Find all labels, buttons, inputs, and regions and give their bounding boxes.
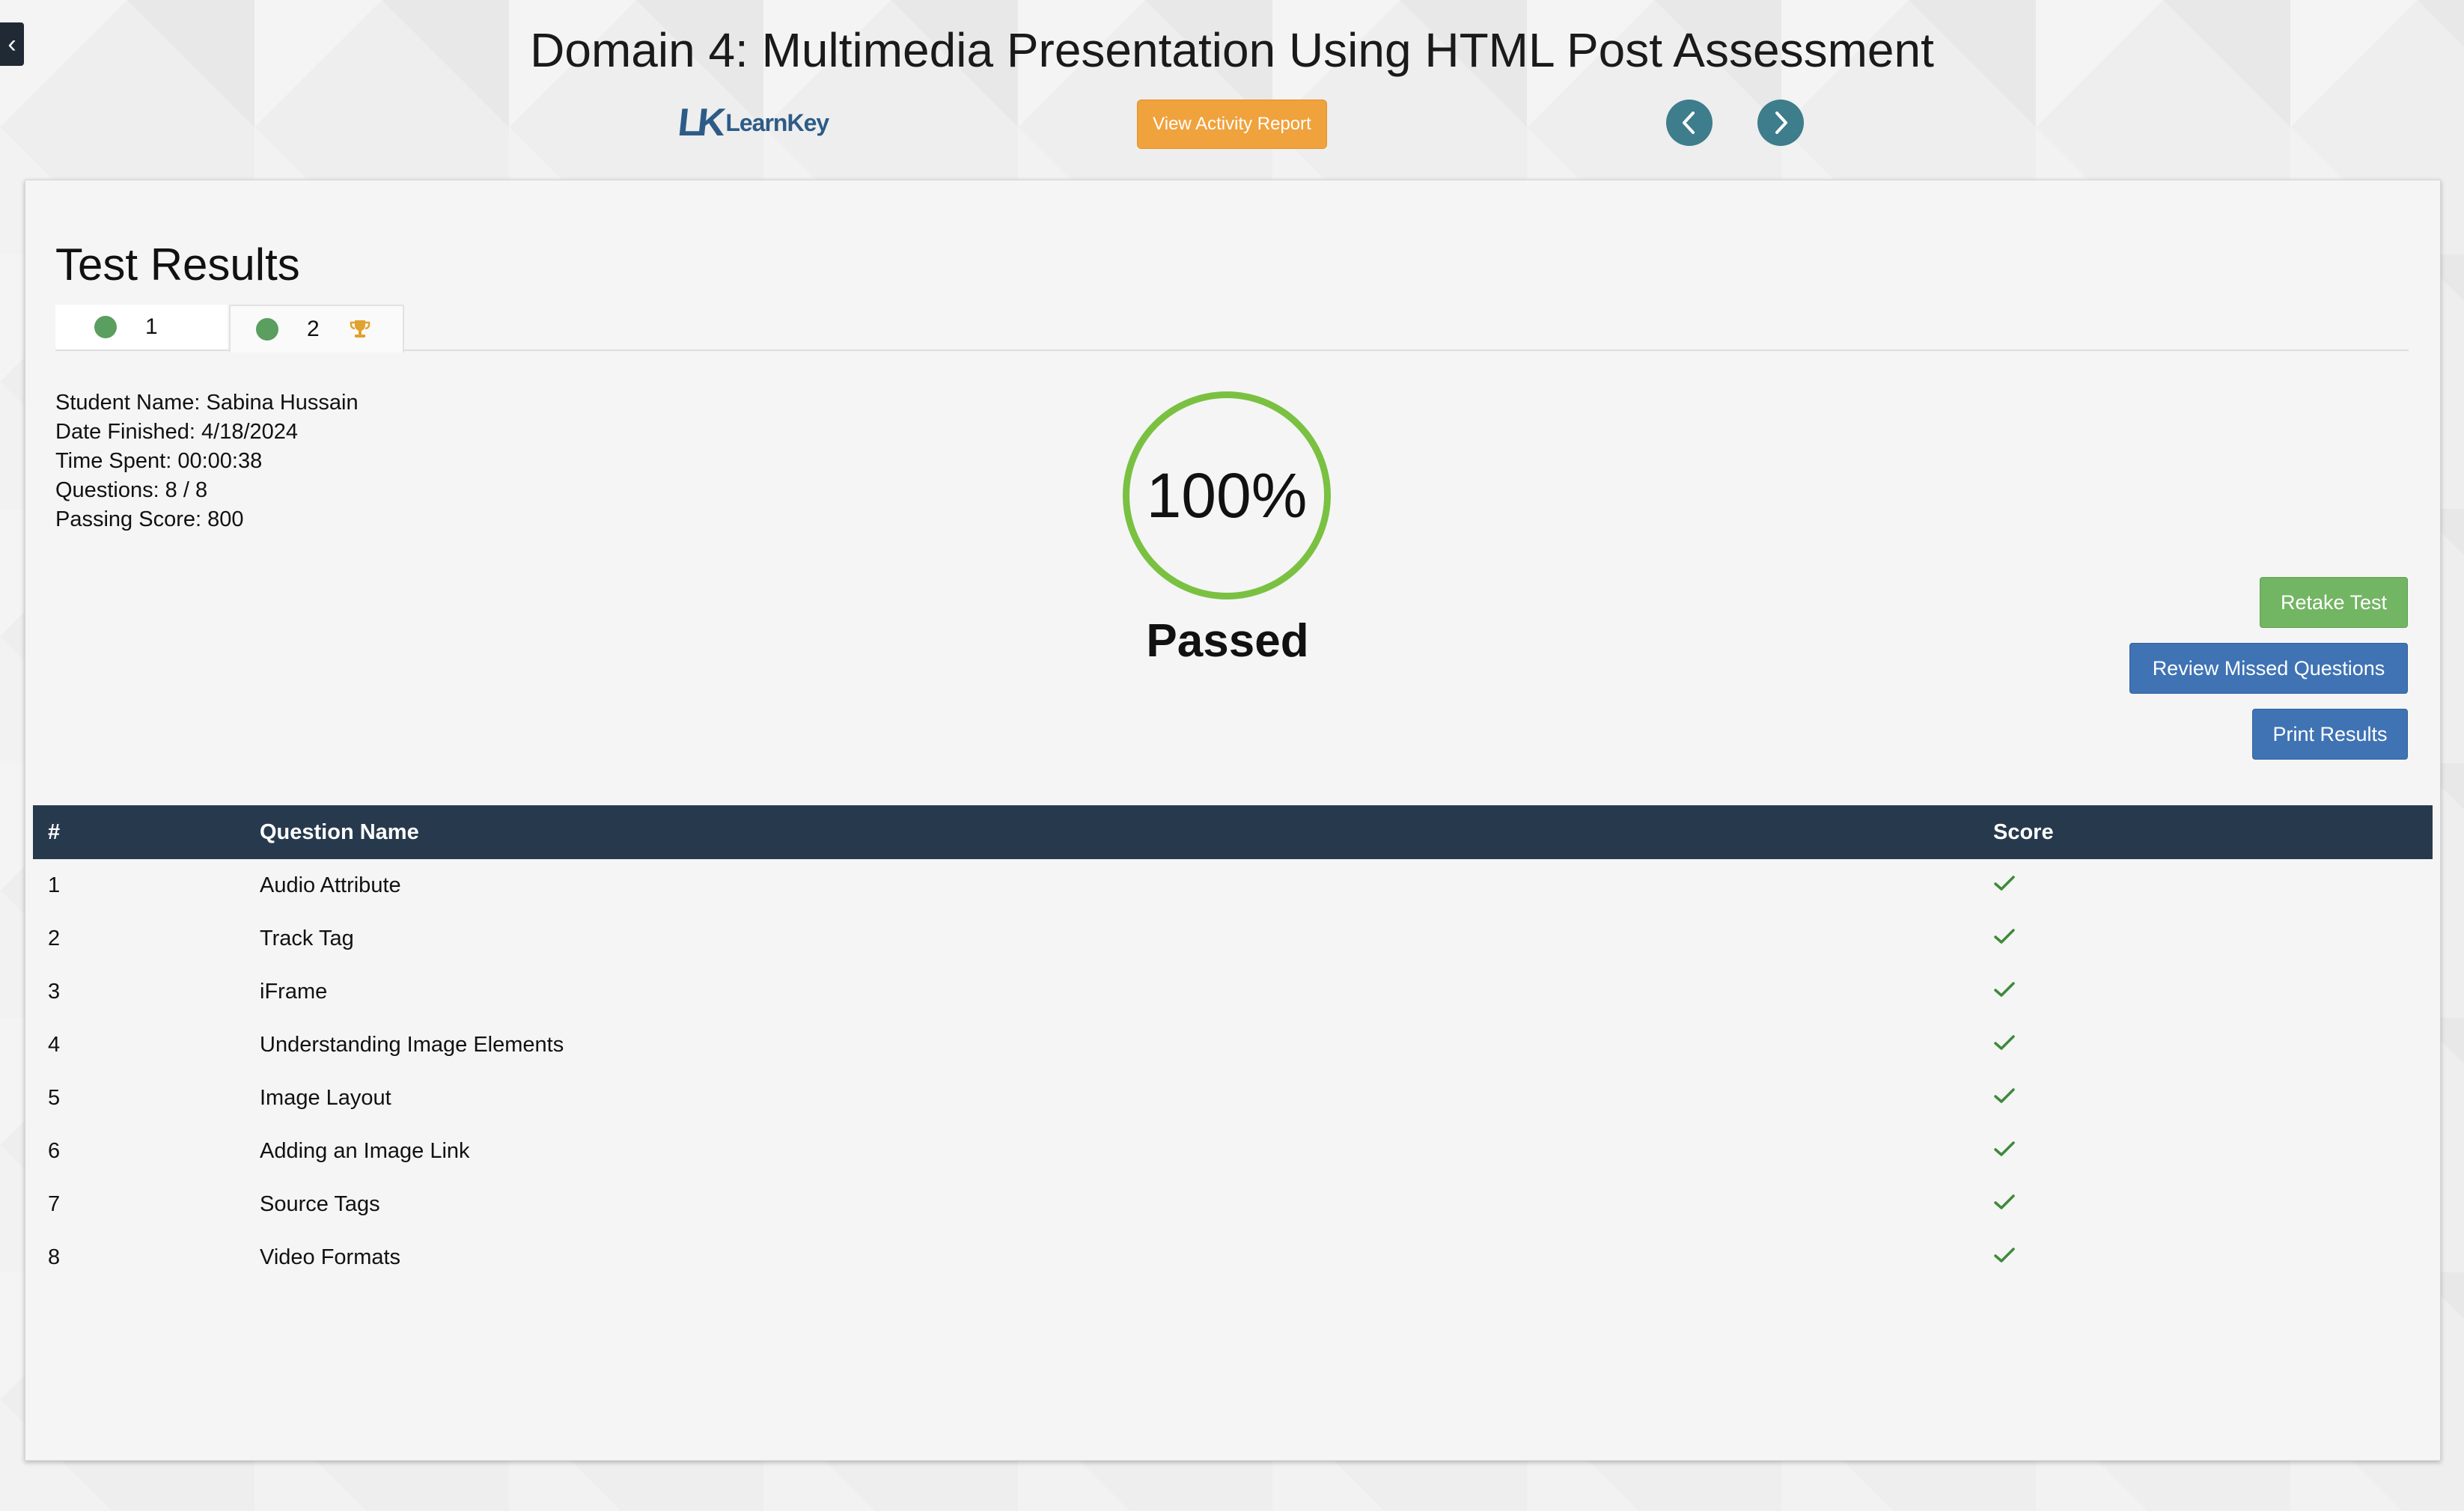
question-name: Audio Attribute [260,873,401,897]
question-number: 1 [48,873,61,897]
retake-test-button[interactable]: Retake Test [2260,577,2408,628]
question-name: Video Formats [260,1245,401,1269]
table-header-row: # Question Name Score [33,805,2433,859]
checkmark-icon [1993,1246,2016,1264]
checkmark-icon [1993,1140,2016,1158]
trophy-icon [348,317,372,341]
question-name: Image Layout [260,1086,391,1110]
result-status: Passed [1146,615,1309,667]
test-results-card: Test Results 1 2 Student Name: Sabina Hu… [25,180,2441,1461]
table-row: 5 Image Layout [33,1072,2433,1125]
status-dot-icon [256,318,278,341]
chevron-right-icon [1775,112,1787,134]
checkmark-icon [1993,874,2016,892]
table-row: 8 Video Formats [33,1231,2433,1284]
attempt-tabs: 1 2 [55,305,2409,352]
checkmark-icon [1993,980,2016,998]
score-value: 100% [1146,460,1308,531]
question-name: Understanding Image Elements [260,1033,564,1057]
question-number: 7 [48,1192,61,1216]
view-activity-report-button[interactable]: View Activity Report [1137,100,1327,149]
question-number: 6 [48,1139,61,1163]
tab-attempt-1[interactable]: 1 [55,305,228,349]
status-dot-icon [94,316,117,338]
table-row: 7 Source Tags [33,1178,2433,1231]
column-header-question-name: Question Name [260,819,419,844]
review-missed-questions-button[interactable]: Review Missed Questions [2129,643,2408,694]
tab-label: 1 [145,314,158,339]
passing-score: Passing Score: 800 [55,507,244,531]
page-title: Domain 4: Multimedia Presentation Using … [530,23,1934,77]
checkmark-icon [1993,1034,2016,1051]
score-ring: 100% [1123,391,1331,599]
question-number: 4 [48,1033,61,1057]
tab-attempt-2[interactable]: 2 [229,305,404,352]
questions-count: Questions: 8 / 8 [55,478,208,502]
checkmark-icon [1993,1087,2016,1105]
previous-button[interactable] [1666,100,1713,146]
questions-table: # Question Name Score 1 Audio Attribute … [33,805,2433,1284]
question-name: iFrame [260,980,328,1004]
learnkey-logo: LK LearnKey [676,101,829,144]
next-button[interactable] [1757,100,1804,146]
column-header-number: # [48,819,61,844]
print-results-button[interactable]: Print Results [2252,709,2408,760]
student-info: Student Name: Sabina Hussain Date Finish… [55,388,359,534]
chevron-left-icon [1683,112,1695,134]
question-number: 2 [48,927,61,950]
question-name: Adding an Image Link [260,1139,470,1163]
student-name: Student Name: Sabina Hussain [55,391,359,415]
checkmark-icon [1993,1193,2016,1211]
table-row: 1 Audio Attribute [33,859,2433,912]
table-row: 2 Track Tag [33,912,2433,965]
question-number: 3 [48,980,61,1004]
question-number: 5 [48,1086,61,1110]
table-row: 6 Adding an Image Link [33,1125,2433,1178]
table-row: 4 Understanding Image Elements [33,1019,2433,1072]
logo-text: LearnKey [725,109,829,136]
results-title: Test Results [55,239,300,290]
logo-mark: LK [675,101,724,144]
tab-label: 2 [307,317,320,341]
question-name: Track Tag [260,927,354,950]
date-finished: Date Finished: 4/18/2024 [55,420,299,444]
question-number: 8 [48,1245,61,1269]
question-name: Source Tags [260,1192,380,1216]
column-header-score: Score [1993,819,2054,844]
table-row: 3 iFrame [33,965,2433,1019]
checkmark-icon [1993,927,2016,945]
time-spent: Time Spent: 00:00:38 [55,449,263,473]
